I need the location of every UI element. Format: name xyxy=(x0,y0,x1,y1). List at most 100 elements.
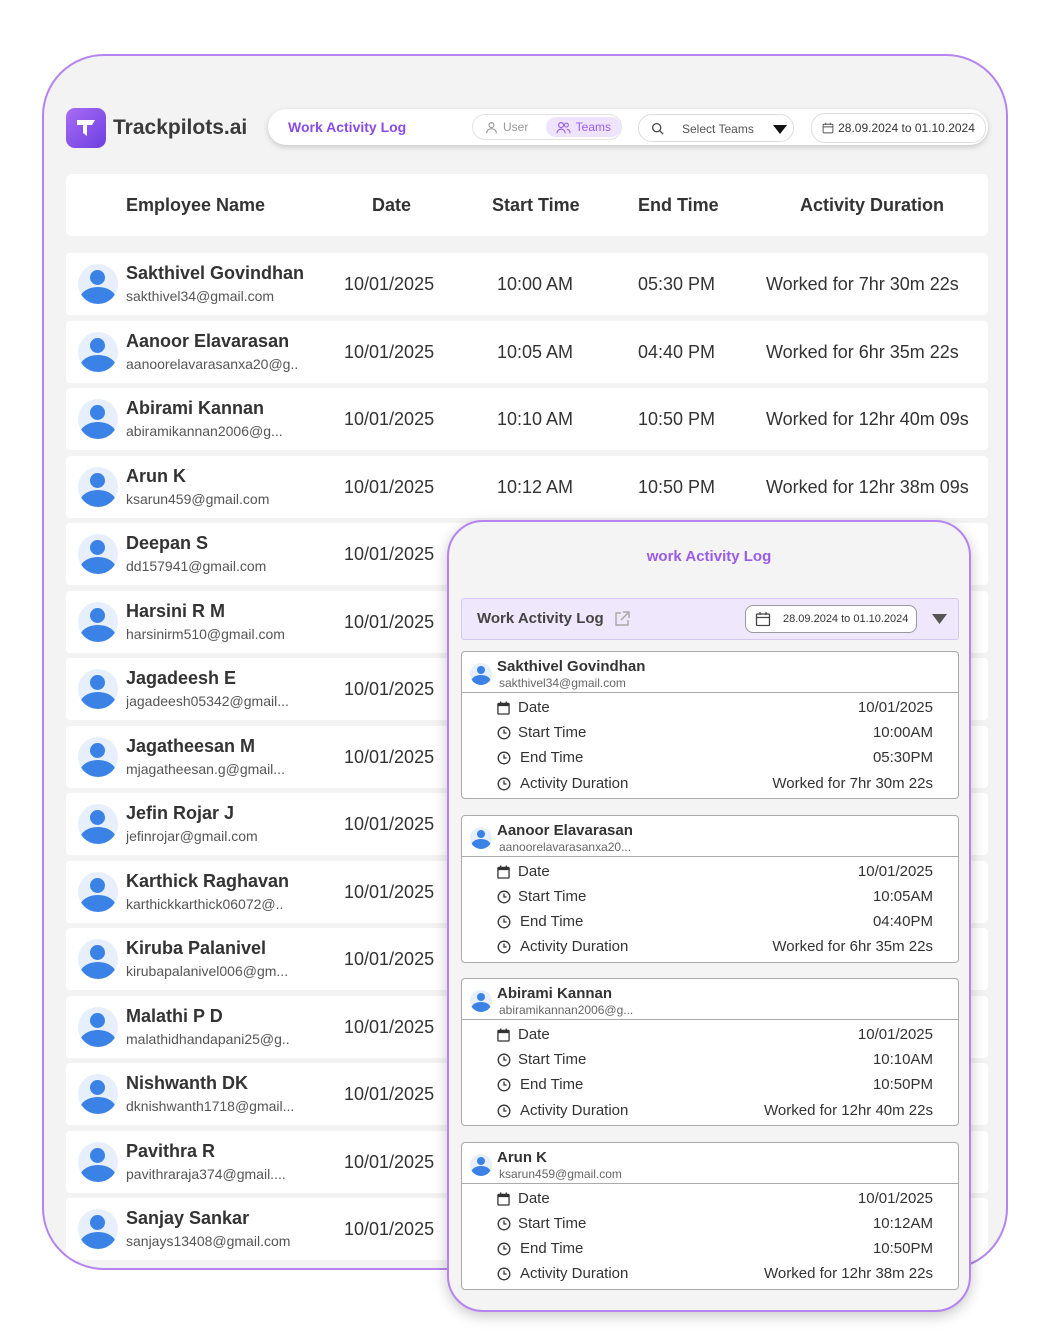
field-label: End Time xyxy=(520,1076,584,1094)
avatar xyxy=(78,939,118,979)
clock-icon xyxy=(497,726,511,740)
chevron-down-icon[interactable] xyxy=(932,614,947,624)
field-label: Start Time xyxy=(518,724,587,742)
employee-name: Sakthivel Govindhan xyxy=(126,263,305,283)
employee-name: Nishwanth DK xyxy=(126,1073,249,1093)
logo-mark-icon xyxy=(66,108,106,148)
avatar xyxy=(470,663,492,685)
cell-date: 10/01/2025 xyxy=(344,881,435,902)
cell-date: 10/01/2025 xyxy=(344,1151,435,1172)
clock-icon xyxy=(497,751,511,765)
card-field-date: Date 10/01/2025 xyxy=(497,699,933,719)
card-header: Aanoor Elavarasan aanoorelavarasanxa20... xyxy=(462,816,958,857)
col-employee-name: Employee Name xyxy=(126,195,266,215)
cell-date: 10/01/2025 xyxy=(344,476,435,497)
employee-name: Kiruba Palanivel xyxy=(126,938,267,958)
field-value: Worked for 7hr 30m 22s xyxy=(772,774,933,792)
app-logo[interactable]: Trackpilots.ai xyxy=(66,108,247,148)
card-field-duration: Activity Duration Worked for 12hr 38m 22s xyxy=(497,1265,933,1285)
toggle-teams[interactable]: Teams xyxy=(545,117,621,137)
calendar-icon xyxy=(755,612,771,627)
employee-name: Pavithra R xyxy=(126,1140,216,1161)
cell-date: 10/01/2025 xyxy=(344,1219,435,1239)
mobile-date-picker[interactable]: 28.09.2024 to 01.10.2024 xyxy=(745,605,917,633)
col-start-time: Start Time xyxy=(492,195,580,215)
employee-name: Abirami Kannan xyxy=(126,398,265,418)
cell-start: 10:00 AM xyxy=(497,274,574,294)
cell-date: 10/01/2025 xyxy=(344,611,435,632)
cell-start: 10:05 AM xyxy=(497,341,574,362)
clock-icon xyxy=(497,1104,511,1118)
cell-date: 10/01/2025 xyxy=(344,1016,435,1037)
employee-email: dd157941@gmail.com xyxy=(126,558,267,574)
clock-icon xyxy=(497,1053,511,1067)
employee-name: Deepan S xyxy=(126,533,209,553)
employee-email: jefinrojar@gmail.com xyxy=(126,828,258,844)
activity-card[interactable]: Abirami Kannan abiramikannan2006@g... Date… xyxy=(461,978,959,1126)
table-row[interactable]: Aanoor Elavarasan aanoorelavarasanxa20@g.… xyxy=(66,320,988,383)
field-label: End Time xyxy=(520,912,584,930)
card-field-end: End Time 10:50PM xyxy=(497,1076,933,1096)
table-row[interactable]: Abirami Kannan abiramikannan2006@g... 10/0… xyxy=(66,388,988,450)
col-activity-duration: Activity Duration xyxy=(800,195,945,215)
field-label: Date xyxy=(518,1189,550,1207)
toggle-user-label: User xyxy=(503,120,529,134)
mobile-date-text: 28.09.2024 to 01.10.2024 xyxy=(783,613,909,625)
external-link-icon[interactable] xyxy=(613,610,631,628)
mobile-title: work Activity Log xyxy=(646,548,772,565)
avatar xyxy=(78,736,118,777)
employee-email: malathidhandapani25@g.. xyxy=(126,1030,290,1047)
field-value: 10/01/2025 xyxy=(857,699,933,716)
card-employee-name: Sakthivel Govindhan xyxy=(497,658,646,675)
date-range-text: 28.09.2024 to 01.10.2024 xyxy=(838,121,975,135)
cell-date: 10/01/2025 xyxy=(344,679,435,699)
employee-name: Jagatheesan M xyxy=(126,735,256,756)
avatar xyxy=(470,826,492,849)
employee-email: karthickkarthick06072@.. xyxy=(126,895,284,912)
toggle-teams-label: Teams xyxy=(575,120,611,134)
card-field-end: End Time 04:40PM xyxy=(497,913,933,933)
cell-start: 10:10 AM xyxy=(497,409,574,429)
field-label: Date xyxy=(518,1026,550,1043)
avatar xyxy=(470,1153,492,1176)
toggle-user[interactable]: User xyxy=(473,120,546,134)
field-label: Activity Duration xyxy=(520,938,629,956)
clock-icon xyxy=(497,1242,511,1256)
clock-icon xyxy=(497,1217,511,1231)
date-range-picker[interactable]: 28.09.2024 to 01.10.2024 xyxy=(811,113,986,143)
app-name: Trackpilots.ai xyxy=(113,116,248,139)
employee-name: Sanjay Sankar xyxy=(126,1208,250,1228)
card-employee-email: ksarun459@gmail.com xyxy=(499,1166,622,1181)
header-bar: Work Activity Log User Teams Select Team… xyxy=(268,109,988,145)
clock-icon xyxy=(497,915,511,929)
employee-email: jagadeesh05342@gmail... xyxy=(126,693,289,709)
cell-date: 10/01/2025 xyxy=(344,746,435,767)
activity-card[interactable]: Sakthivel Govindhan sakthivel34@gmail.com… xyxy=(461,651,959,799)
table-row[interactable]: Sakthivel Govindhan sakthivel34@gmail.com… xyxy=(66,253,988,315)
employee-name: Karthick Raghavan xyxy=(126,870,290,891)
field-value: Worked for 12hr 40m 22s xyxy=(764,1101,933,1119)
field-value: 10:12AM xyxy=(872,1214,933,1232)
user-icon xyxy=(486,121,497,133)
activity-card[interactable]: Arun Kksarun459@gmail.com Date 10/01/2025 S… xyxy=(461,1141,959,1290)
card-header: Abirami Kannan abiramikannan2006@g... xyxy=(462,979,958,1020)
card-employee-name: Aanoor Elavarasan xyxy=(497,821,633,839)
cell-end: 04:40 PM xyxy=(638,341,716,362)
field-value: Worked for 6hr 35m 22s xyxy=(772,938,933,956)
avatar xyxy=(78,466,118,507)
activity-card[interactable]: Aanoor Elavarasan aanoorelavarasanxa20...… xyxy=(461,814,959,963)
cell-date: 10/01/2025 xyxy=(344,814,435,834)
clock-icon xyxy=(497,940,511,954)
field-value: 10:50PM xyxy=(872,1239,933,1257)
table-row[interactable]: Arun K ksarun459@gmail.com 10/01/2025 10:12… xyxy=(66,455,988,518)
team-select[interactable]: Select Teams xyxy=(638,114,794,142)
field-value: Worked for 12hr 38m 22s xyxy=(764,1265,933,1283)
employee-name: Jefin Rojar J xyxy=(126,803,235,823)
field-value: 10/01/2025 xyxy=(857,1189,933,1207)
card-header: Sakthivel Govindhan sakthivel34@gmail.com xyxy=(462,652,958,693)
card-employee-email: abiramikannan2006@g... xyxy=(499,1003,634,1017)
cell-date: 10/01/2025 xyxy=(344,274,435,294)
cell-duration: Worked for 12hr 40m 09s xyxy=(766,409,969,429)
field-value: 10:50PM xyxy=(872,1076,933,1094)
employee-name: Jagadeesh E xyxy=(126,668,237,688)
